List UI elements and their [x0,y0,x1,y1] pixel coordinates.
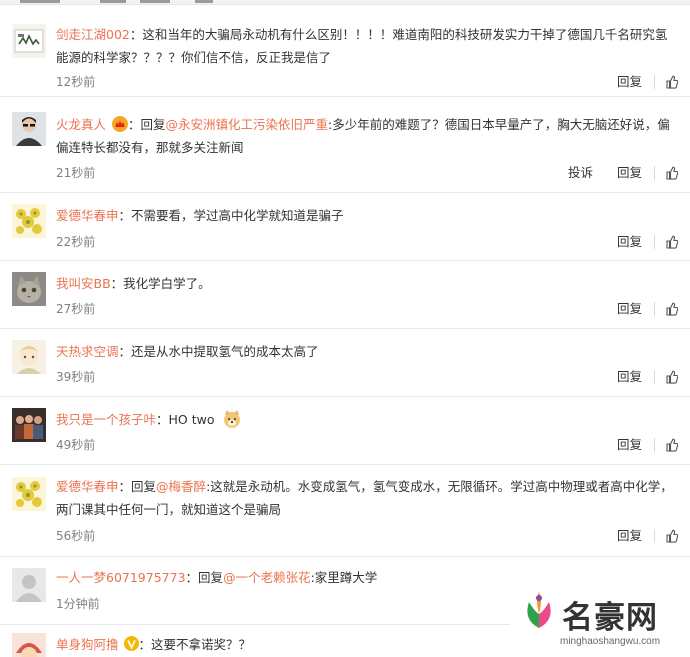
colon: ： [118,344,132,359]
comment-body: 不需要看，学过高中化学就知道是骗子 [131,208,344,223]
mention-link[interactable]: @梅香醉 [156,479,206,494]
comment-actions: 回复 [593,74,679,90]
watermark-name: 名豪网 [562,600,658,636]
reply-prefix: 回复 [140,117,166,132]
reply-prefix: 回复 [198,570,224,585]
comment-item: 我叫安BB：我化学白学了。 27秒前 回复 [0,261,690,329]
colon: ： [156,412,169,427]
username-link[interactable]: 爱德华春申 [56,208,119,223]
timestamp: 12秒前 [56,75,96,89]
colon: ： [185,570,199,585]
username-link[interactable]: 爱德华春申 [56,479,119,494]
avatar[interactable] [12,477,46,511]
site-watermark: 名豪网 minghaoshangwu.com [510,582,690,657]
comment-text: 我只是一个孩子咔：HO two [56,408,674,431]
username-link[interactable]: 单身狗阿撸 [56,637,119,652]
avatar[interactable] [12,633,46,657]
reply-button[interactable]: 回复 [617,528,642,544]
comment-actions: 投诉 回复 [544,165,679,181]
colon: ： [118,208,132,223]
avatar[interactable] [12,408,46,442]
comment-item: 剑走江湖002：这和当年的大骗局永动机有什么区别！！！！难道南阳的科技研发实力干… [0,5,690,97]
reply-button[interactable]: 回复 [617,74,642,90]
timestamp: 39秒前 [56,370,96,384]
username-link[interactable]: 我只是一个孩子咔 [56,412,156,427]
comment-actions: 回复 [593,437,679,453]
divider [654,438,655,452]
username-link[interactable]: 天热求空调 [56,344,119,359]
colon: ： [118,479,132,494]
divider [654,235,655,249]
watermark-url: minghaoshangwu.com [560,636,661,647]
avatar[interactable] [12,204,46,238]
username-link[interactable]: 我叫安BB [56,276,111,291]
avatar[interactable] [12,272,46,306]
colon: ： [110,276,124,291]
comment-text: 剑走江湖002：这和当年的大骗局永动机有什么区别！！！！难道南阳的科技研发实力干… [56,23,674,69]
reply-button[interactable]: 回复 [617,369,642,385]
comment-text: 我叫安BB：我化学白学了。 [56,272,674,295]
like-thumb-icon[interactable] [666,438,679,452]
timestamp: 49秒前 [56,438,96,452]
timestamp: 27秒前 [56,302,96,316]
mention-link[interactable]: @一个老赖张花 [223,570,311,585]
like-thumb-icon[interactable] [666,166,679,180]
avatar[interactable] [12,568,46,602]
divider [654,302,655,316]
doge-emoji-icon [222,409,242,429]
divider [654,166,655,180]
comment-actions: 回复 [593,301,679,317]
comment-body: 这要不拿诺奖？？ [151,637,252,652]
comment-actions: 回复 [593,234,679,250]
mention-link[interactable]: @永安洲镇化工污染依旧严重 [166,117,329,132]
timestamp: 22秒前 [56,235,96,249]
reply-button[interactable]: 回复 [617,234,642,250]
divider [654,529,655,543]
reply-button[interactable]: 回复 [617,437,642,453]
watermark-logo-icon [520,588,558,632]
comment-text: 爱德华春申：回复@梅香醉:这就是永动机。水变成氢气，氢气变成水，无限循环。学过高… [56,475,674,521]
vip-crown-icon [112,116,128,132]
verified-v-icon [123,635,139,651]
reply-button[interactable]: 回复 [617,301,642,317]
colon: ： [129,27,143,42]
like-thumb-icon[interactable] [666,529,679,543]
username-link[interactable]: 一人一梦6071975773 [56,570,186,585]
report-button[interactable]: 投诉 [568,165,593,181]
timestamp: 21秒前 [56,166,96,180]
comment-actions: 回复 [593,369,679,385]
comment-item: 火龙真人 ：回复@永安洲镇化工污染依旧严重:多少年前的难题了？德国日本早量产了，… [0,97,690,193]
like-thumb-icon[interactable] [666,75,679,89]
like-thumb-icon[interactable] [666,370,679,384]
comment-text: 爱德华春申：不需要看，学过高中化学就知道是骗子 [56,204,674,227]
divider [654,75,655,89]
colon: ： [138,637,152,652]
avatar[interactable] [12,112,46,146]
comment-body: HO two [168,412,215,427]
avatar[interactable] [12,24,46,58]
reply-button[interactable]: 回复 [617,165,642,181]
divider [654,370,655,384]
comment-text: 天热求空调：还是从水中提取氢气的成本太高了 [56,340,674,363]
comment-item: 天热求空调：还是从水中提取氢气的成本太高了 39秒前 回复 [0,329,690,397]
reply-prefix: 回复 [131,479,157,494]
comment-item: 爱德华春申：回复@梅香醉:这就是永动机。水变成氢气，氢气变成水，无限循环。学过高… [0,465,690,557]
comment-body: 这和当年的大骗局永动机有什么区别！！！！难道南阳的科技研发实力干掉了德国几千名研… [56,27,668,65]
comment-body: 我化学白学了。 [123,276,211,291]
avatar[interactable] [12,340,46,374]
like-thumb-icon[interactable] [666,235,679,249]
username-link[interactable]: 剑走江湖002 [56,27,130,42]
comment-body: 还是从水中提取氢气的成本太高了 [131,344,319,359]
username-link[interactable]: 火龙真人 [56,117,106,132]
timestamp: 56秒前 [56,529,96,543]
colon: ： [128,117,141,132]
comment-text: 火龙真人 ：回复@永安洲镇化工污染依旧严重:多少年前的难题了？德国日本早量产了，… [56,113,674,159]
comment-item: 我只是一个孩子咔：HO two 49秒前 回复 [0,397,690,465]
comment-actions: 回复 [593,528,679,544]
comment-body: :家里蹲大学 [310,570,378,585]
timestamp: 1分钟前 [56,597,100,611]
comment-item: 爱德华春申：不需要看，学过高中化学就知道是骗子 22秒前 回复 [0,193,690,261]
like-thumb-icon[interactable] [666,302,679,316]
